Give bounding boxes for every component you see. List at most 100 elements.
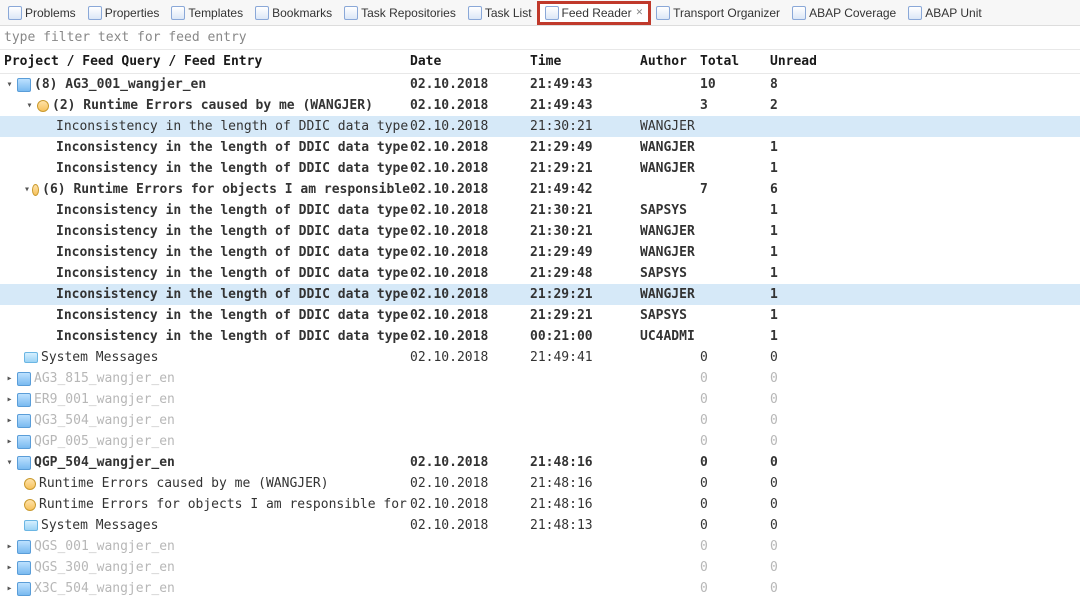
col-header-time[interactable]: Time — [530, 54, 640, 69]
cell-project: Inconsistency in the length of DDIC data… — [0, 308, 410, 323]
row-label: Inconsistency in the length of DDIC data… — [56, 308, 408, 323]
tree-row-feed-query[interactable]: ▾(2) Runtime Errors caused by me (WANGJE… — [0, 95, 1080, 116]
tree-row-project[interactable]: ▸QG3_504_wangjer_en00 — [0, 410, 1080, 431]
twistie-closed-icon[interactable]: ▸ — [4, 373, 15, 384]
tab-label: Transport Organizer — [673, 6, 780, 20]
cell-project: Inconsistency in the length of DDIC data… — [0, 287, 410, 302]
tree-row-project[interactable]: ▸X3C_504_wangjer_en00 — [0, 578, 1080, 599]
tree-row-feed-entry[interactable]: Inconsistency in the length of DDIC data… — [0, 137, 1080, 158]
tree-row-project[interactable]: ▸AG3_815_wangjer_en00 — [0, 368, 1080, 389]
project-icon — [17, 393, 31, 407]
twistie-open-icon[interactable]: ▾ — [24, 100, 35, 111]
tab-transport-organizer[interactable]: Transport Organizer — [650, 3, 786, 23]
project-icon — [17, 435, 31, 449]
cell-unread: 0 — [770, 518, 850, 533]
system-messages-icon — [24, 520, 38, 531]
col-header-project[interactable]: Project / Feed Query / Feed Entry — [0, 54, 410, 69]
cell-author: SAPSYS — [640, 203, 700, 218]
filter-input[interactable]: type filter text for feed entry — [0, 26, 1080, 49]
tree-row-system-messages[interactable]: System Messages02.10.201821:48:1300 — [0, 515, 1080, 536]
tree-row-feed-query[interactable]: Runtime Errors caused by me (WANGJER)02.… — [0, 473, 1080, 494]
cell-date: 02.10.2018 — [410, 161, 530, 176]
twistie-closed-icon[interactable]: ▸ — [4, 436, 15, 447]
tab-task-repositories[interactable]: Task Repositories — [338, 3, 462, 23]
cell-time: 00:21:00 — [530, 329, 640, 344]
cell-date: 02.10.2018 — [410, 245, 530, 260]
twistie-closed-icon[interactable]: ▸ — [4, 562, 15, 573]
tab-abap-coverage[interactable]: ABAP Coverage — [786, 3, 902, 23]
twistie-closed-icon[interactable]: ▸ — [4, 415, 15, 426]
close-icon[interactable]: ✕ — [636, 7, 644, 18]
tree-row-feed-entry[interactable]: Inconsistency in the length of DDIC data… — [0, 263, 1080, 284]
tree-row-feed-entry[interactable]: Inconsistency in the length of DDIC data… — [0, 305, 1080, 326]
tab-templates[interactable]: Templates — [165, 3, 249, 23]
row-label: QG3_504_wangjer_en — [34, 413, 175, 428]
cell-project: Inconsistency in the length of DDIC data… — [0, 161, 410, 176]
project-icon — [17, 540, 31, 554]
tree-row-project[interactable]: ▸QGP_005_wangjer_en00 — [0, 431, 1080, 452]
project-icon — [17, 78, 31, 92]
twistie-closed-icon[interactable]: ▸ — [4, 583, 15, 594]
tree-row-feed-entry[interactable]: Inconsistency in the length of DDIC data… — [0, 158, 1080, 179]
cell-time: 21:29:21 — [530, 308, 640, 323]
cell-time: 21:29:49 — [530, 140, 640, 155]
row-label: Inconsistency in the length of DDIC data… — [56, 161, 408, 176]
cell-total: 10 — [700, 77, 770, 92]
tree-row-project[interactable]: ▸QGS_001_wangjer_en00 — [0, 536, 1080, 557]
tree-row-feed-entry[interactable]: Inconsistency in the length of DDIC data… — [0, 116, 1080, 137]
col-header-total[interactable]: Total — [700, 54, 770, 69]
cell-project: ▾(6) Runtime Errors for objects I am res… — [0, 182, 410, 197]
col-header-date[interactable]: Date — [410, 54, 530, 69]
tab-task-list[interactable]: Task List — [462, 3, 538, 23]
cell-project: Runtime Errors caused by me (WANGJER) — [0, 476, 410, 491]
tree-header: Project / Feed Query / Feed Entry Date T… — [0, 49, 1080, 74]
cell-project: Inconsistency in the length of DDIC data… — [0, 245, 410, 260]
tab-problems[interactable]: Problems — [2, 3, 82, 23]
twistie-closed-icon[interactable]: ▸ — [4, 394, 15, 405]
cell-time: 21:29:21 — [530, 161, 640, 176]
feed-tree[interactable]: ▾(8) AG3_001_wangjer_en02.10.201821:49:4… — [0, 74, 1080, 599]
cell-total: 0 — [700, 371, 770, 386]
tree-row-project[interactable]: ▾QGP_504_wangjer_en02.10.201821:48:1600 — [0, 452, 1080, 473]
cell-unread: 0 — [770, 539, 850, 554]
cell-project: System Messages — [0, 518, 410, 533]
tree-row-feed-entry[interactable]: Inconsistency in the length of DDIC data… — [0, 326, 1080, 347]
twistie-open-icon[interactable]: ▾ — [4, 457, 15, 468]
tree-row-feed-entry[interactable]: Inconsistency in the length of DDIC data… — [0, 242, 1080, 263]
cell-date: 02.10.2018 — [410, 266, 530, 281]
system-messages-icon — [24, 352, 38, 363]
view-icon — [656, 6, 670, 20]
tab-abap-unit[interactable]: ABAP Unit — [902, 3, 987, 23]
tree-row-project[interactable]: ▸QGS_300_wangjer_en00 — [0, 557, 1080, 578]
cell-author: WANGJER — [640, 161, 700, 176]
tab-feed-reader[interactable]: Feed Reader✕ — [538, 2, 651, 24]
cell-total: 0 — [700, 350, 770, 365]
view-icon — [255, 6, 269, 20]
tree-row-feed-query[interactable]: Runtime Errors for objects I am responsi… — [0, 494, 1080, 515]
twistie-closed-icon[interactable]: ▸ — [4, 541, 15, 552]
cell-date: 02.10.2018 — [410, 182, 530, 197]
cell-unread: 0 — [770, 581, 850, 596]
cell-time: 21:49:43 — [530, 77, 640, 92]
tab-label: Task Repositories — [361, 6, 456, 20]
tree-row-project[interactable]: ▸ER9_001_wangjer_en00 — [0, 389, 1080, 410]
cell-unread: 8 — [770, 77, 850, 92]
twistie-open-icon[interactable]: ▾ — [24, 184, 30, 195]
cell-project: Inconsistency in the length of DDIC data… — [0, 224, 410, 239]
tree-row-feed-entry[interactable]: Inconsistency in the length of DDIC data… — [0, 200, 1080, 221]
cell-date: 02.10.2018 — [410, 140, 530, 155]
tree-row-project[interactable]: ▾(8) AG3_001_wangjer_en02.10.201821:49:4… — [0, 74, 1080, 95]
col-header-unread[interactable]: Unread — [770, 54, 850, 69]
col-header-author[interactable]: Author — [640, 54, 700, 69]
tab-properties[interactable]: Properties — [82, 3, 166, 23]
tab-label: ABAP Unit — [925, 6, 981, 20]
tree-row-feed-entry[interactable]: Inconsistency in the length of DDIC data… — [0, 284, 1080, 305]
twistie-open-icon[interactable]: ▾ — [4, 79, 15, 90]
tree-row-feed-entry[interactable]: Inconsistency in the length of DDIC data… — [0, 221, 1080, 242]
tab-bookmarks[interactable]: Bookmarks — [249, 3, 338, 23]
runtime-error-feed-icon — [24, 478, 36, 490]
tree-row-feed-query[interactable]: ▾(6) Runtime Errors for objects I am res… — [0, 179, 1080, 200]
view-tab-bar: ProblemsPropertiesTemplatesBookmarks Task… — [0, 0, 1080, 26]
tree-row-system-messages[interactable]: System Messages02.10.201821:49:4100 — [0, 347, 1080, 368]
row-label: QGS_300_wangjer_en — [34, 560, 175, 575]
